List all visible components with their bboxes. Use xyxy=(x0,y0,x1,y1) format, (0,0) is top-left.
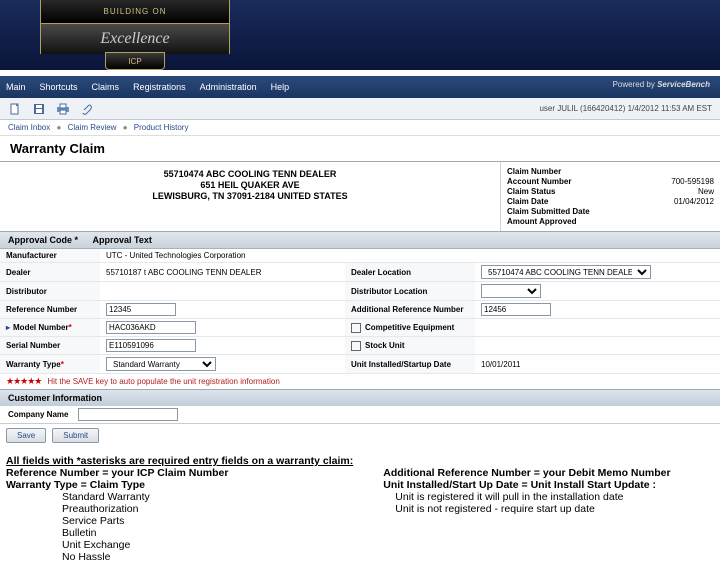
manufacturer-value: UTC - United Technologies Corporation xyxy=(100,249,720,263)
nav-registrations[interactable]: Registrations xyxy=(133,82,186,92)
nav-help[interactable]: Help xyxy=(271,82,290,92)
claim-date: 01/04/2012 xyxy=(674,197,714,206)
dealer-location-select[interactable]: 55710474 ABC COOLING TENN DEALER xyxy=(481,265,651,279)
caret-icon[interactable]: ▸ xyxy=(6,323,10,332)
warranty-type-select[interactable]: Standard Warranty xyxy=(106,357,216,371)
serial-label: Serial Number xyxy=(0,337,100,355)
toolbar: user JULIL (166420412) 1/4/2012 11:53 AM… xyxy=(0,98,720,120)
warranty-type-label: Warranty Type * xyxy=(0,355,100,374)
serial-input[interactable] xyxy=(106,339,196,352)
badge-icp: ICP xyxy=(105,52,165,70)
breadcrumb: Claim Inbox ● Claim Review ● Product His… xyxy=(0,120,720,136)
nav-main[interactable]: Main xyxy=(6,82,26,92)
nav-claims[interactable]: Claims xyxy=(92,82,120,92)
instruction-notes: All fields with *asterisks are required … xyxy=(0,447,720,563)
badge-top-text: BUILDING ON xyxy=(40,0,230,24)
submit-button[interactable]: Submit xyxy=(52,428,99,443)
model-label: ▸Model Number* xyxy=(0,319,100,337)
crumb-inbox[interactable]: Claim Inbox xyxy=(8,123,50,132)
new-doc-icon[interactable] xyxy=(8,102,22,116)
dealer-address: 55710474 ABC COOLING TENN DEALER 651 HEI… xyxy=(0,162,500,231)
refnum-label: Reference Number xyxy=(0,301,100,319)
claim-status: New xyxy=(698,187,714,196)
install-date-label: Unit Installed/Startup Date xyxy=(345,355,475,374)
distributor-location-select[interactable] xyxy=(481,284,541,298)
attach-icon[interactable] xyxy=(80,102,94,116)
addref-label: Additional Reference Number xyxy=(345,301,475,319)
company-name-label: Company Name xyxy=(8,410,68,419)
approval-bar: Approval Code * Approval Text xyxy=(0,232,720,249)
top-banner: BUILDING ON Excellence ICP xyxy=(0,0,720,70)
page-title: Warranty Claim xyxy=(0,136,720,162)
distributor-location-label: Distributor Location xyxy=(345,282,475,301)
crumb-review[interactable]: Claim Review xyxy=(68,123,117,132)
save-button[interactable]: Save xyxy=(6,428,46,443)
addref-input[interactable] xyxy=(481,303,551,316)
customer-section-bar: Customer Information xyxy=(0,389,720,406)
account-number: 700-595198 xyxy=(671,177,714,186)
badge-script-text: Excellence xyxy=(40,24,230,54)
stock-checkbox[interactable] xyxy=(351,341,361,351)
save-icon[interactable] xyxy=(32,102,46,116)
claim-meta: Claim Number Account Number700-595198 Cl… xyxy=(500,162,720,231)
dealer-label: Dealer xyxy=(0,263,100,282)
print-icon[interactable] xyxy=(56,102,70,116)
save-hint: ★★★★★ Hit the SAVE key to auto populate … xyxy=(0,374,720,389)
dealer-value: 55710187 t ABC COOLING TENN DEALER xyxy=(100,263,345,282)
main-nav: Main Shortcuts Claims Registrations Admi… xyxy=(0,76,720,98)
company-name-input[interactable] xyxy=(78,408,178,421)
powered-by: Powered by ServiceBench xyxy=(613,80,710,89)
install-date-value: 10/01/2011 xyxy=(475,355,720,374)
stars-icon: ★★★★★ xyxy=(6,376,41,387)
user-info: user JULIL (166420412) 1/4/2012 11:53 AM… xyxy=(539,104,712,113)
model-input[interactable] xyxy=(106,321,196,334)
distributor-label: Distributor xyxy=(0,282,100,301)
form-grid: Manufacturer UTC - United Technologies C… xyxy=(0,249,720,374)
nav-administration[interactable]: Administration xyxy=(200,82,257,92)
manufacturer-label: Manufacturer xyxy=(0,249,100,263)
dealer-location-label: Dealer Location xyxy=(345,263,475,282)
crumb-history[interactable]: Product History xyxy=(134,123,189,132)
competitive-checkbox[interactable] xyxy=(351,323,361,333)
refnum-input[interactable] xyxy=(106,303,176,316)
excellence-badge: BUILDING ON Excellence ICP xyxy=(40,0,230,78)
nav-shortcuts[interactable]: Shortcuts xyxy=(40,82,78,92)
